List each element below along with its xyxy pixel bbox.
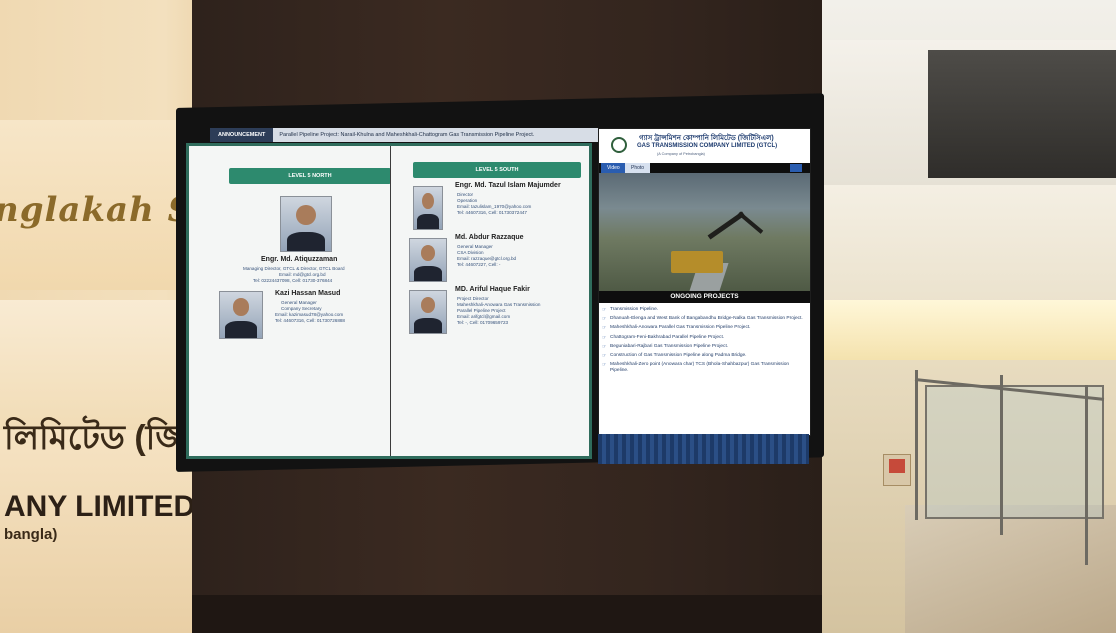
- list-item: ☞ Beguniabari-Rajbari Gas Transmission Pi…: [601, 344, 806, 350]
- tab-video[interactable]: Video: [601, 163, 626, 173]
- bullet-icon: ☞: [602, 325, 607, 332]
- handrail: [1000, 375, 1003, 535]
- project-text: Construction of Gas Transmission Pipelin…: [610, 353, 747, 359]
- ongoing-projects-title: ONGOING PROJECTS: [599, 291, 810, 303]
- person-name: Kazi Hassan Masud: [275, 290, 341, 297]
- person-phone: Tel: 44607227, Cell: -: [457, 262, 501, 267]
- person-detail: Project Director: [457, 296, 489, 301]
- person-detail: CSA Division: [457, 250, 484, 255]
- person-detail: Operation: [457, 198, 478, 203]
- bullet-icon: ☞: [602, 343, 607, 350]
- tab-photo[interactable]: Photo: [625, 163, 651, 173]
- person-detail: General Manager: [281, 300, 317, 305]
- announcement-ticker: ANNOUNCEMENT Parallel Pipeline Project: …: [210, 128, 598, 142]
- person-name: MD. Ariful Haque Fakir: [455, 286, 530, 293]
- wall-sign: [883, 454, 911, 486]
- level-south-column: LEVEL 5 SOUTH Engr. Md. Tazul Islam Maju…: [390, 146, 591, 456]
- person-name: Md. Abdur Razzaque: [455, 234, 524, 241]
- level-north-column: LEVEL 5 NORTH Engr. Md. Atiquzzaman Mana…: [189, 146, 391, 456]
- gtcl-subtitle: (A Company of Petrobangla): [657, 152, 705, 156]
- gtcl-info-screen: গ্যাস ট্রান্সমিশন কোম্পানি লিমিটেড (জিটি…: [598, 128, 811, 436]
- person-name: Engr. Md. Atiquzzaman: [261, 256, 338, 263]
- person-detail: General Manager: [457, 244, 493, 249]
- level-north-title: LEVEL 5 NORTH: [229, 168, 391, 184]
- person-detail: Parallel Pipeline Project: [457, 308, 506, 313]
- project-text: Dhanuah-Elenga and West Bank of Bangaban…: [610, 316, 803, 322]
- person-detail: Managing Director, GTCL & Director, GTCL…: [243, 266, 345, 271]
- person-phone: Tel: 44607316, Cell: 01730372447: [457, 210, 527, 215]
- gtcl-logo-icon: [611, 137, 627, 153]
- fullscreen-icon[interactable]: [790, 164, 802, 172]
- person-email: Email: tazulislam_1970@yahoo.com: [457, 204, 532, 209]
- project-photo: [599, 173, 810, 291]
- bullet-icon: ☞: [602, 307, 607, 313]
- person-phone: Tel: -, Cell: 01709659723: [457, 320, 509, 325]
- person-phone: Tel: 02224437098, Cell: 01730-376844: [253, 278, 333, 283]
- person-photo: [219, 291, 263, 339]
- project-text: Transmission Pipeline.: [610, 307, 659, 312]
- handrail: [1085, 385, 1088, 565]
- screen-footer-pattern: [598, 434, 809, 464]
- right-wall-band: [815, 185, 1116, 305]
- wall-company-subtitle: bangla): [4, 526, 58, 543]
- gallery-window: [928, 50, 1116, 178]
- project-text: Chattogram-Feni-Bakhrabad Parallel Pipel…: [610, 334, 725, 340]
- person-detail: Maheshkhali-Anowara Gas Transmission: [457, 302, 541, 307]
- person-email: Email: razzaque@gtcl.org.bd: [457, 256, 517, 261]
- person-email: Email: arifgtcl@gmail.com: [457, 314, 511, 319]
- project-text: Maheshkhali-Zero point (Anowara char) TC…: [610, 362, 790, 374]
- gtcl-name-english: GAS TRANSMISSION COMPANY LIMITED (GTCL): [637, 143, 778, 149]
- announcement-label: ANNOUNCEMENT: [210, 128, 274, 142]
- list-item: ☞ Maheshkhali-Anowara Parallel Gas Transm…: [601, 325, 806, 331]
- project-list: ☞ Transmission Pipeline. ☞ Dhanuah-Elenga …: [601, 307, 806, 378]
- excavator: [671, 251, 723, 273]
- level-south-title: LEVEL 5 SOUTH: [413, 162, 581, 178]
- media-tabbar: Video Photo: [599, 163, 810, 173]
- person-email: Email: md@gtcl.org.bd: [279, 272, 326, 277]
- bullet-icon: ☞: [602, 353, 607, 360]
- project-text: Beguniabari-Rajbari Gas Transmission Pip…: [610, 343, 729, 349]
- ceiling-light: [818, 300, 1116, 360]
- announcement-text: Parallel Pipeline Project: Narail-Khulna…: [279, 132, 535, 138]
- person-photo: [280, 196, 332, 252]
- bullet-icon: ☞: [602, 316, 607, 323]
- person-photo: [409, 238, 447, 282]
- bullet-icon: ☞: [602, 362, 607, 369]
- bullet-icon: ☞: [602, 334, 607, 341]
- person-name: Engr. Md. Tazul Islam Majumder: [455, 182, 561, 189]
- list-item: ☞ Dhanuah-Elenga and West Bank of Bangaba…: [601, 316, 806, 322]
- handrail: [915, 370, 918, 520]
- person-photo: [413, 186, 443, 230]
- excavator-arm: [737, 211, 764, 234]
- pillar-base: [192, 595, 822, 633]
- list-item: ☞ Transmission Pipeline.: [601, 307, 806, 313]
- gtcl-header: গ্যাস ট্রান্সমিশন কোম্পানি লিমিটেড (জিটি…: [599, 129, 810, 164]
- glass-railing: [925, 385, 1104, 519]
- person-email: Email: kazimasud78@yahoo.com: [275, 312, 344, 317]
- person-phone: Tel: 44607316, Cell: 01730726888: [275, 318, 345, 323]
- person-detail: Director: [457, 192, 474, 197]
- directory-screen: LEVEL 5 NORTH Engr. Md. Atiquzzaman Mana…: [186, 143, 592, 459]
- list-item: ☞ Maheshkhali-Zero point (Anowara char) T…: [601, 362, 806, 374]
- project-text: Maheshkhali-Anowara Parallel Gas Transmi…: [610, 325, 751, 331]
- list-item: ☞ Chattogram-Feni-Bakhrabad Parallel Pipe…: [601, 335, 806, 341]
- person-photo: [409, 290, 447, 334]
- person-detail: Company Secretary: [281, 306, 322, 311]
- list-item: ☞ Construction of Gas Transmission Pipeli…: [601, 353, 806, 359]
